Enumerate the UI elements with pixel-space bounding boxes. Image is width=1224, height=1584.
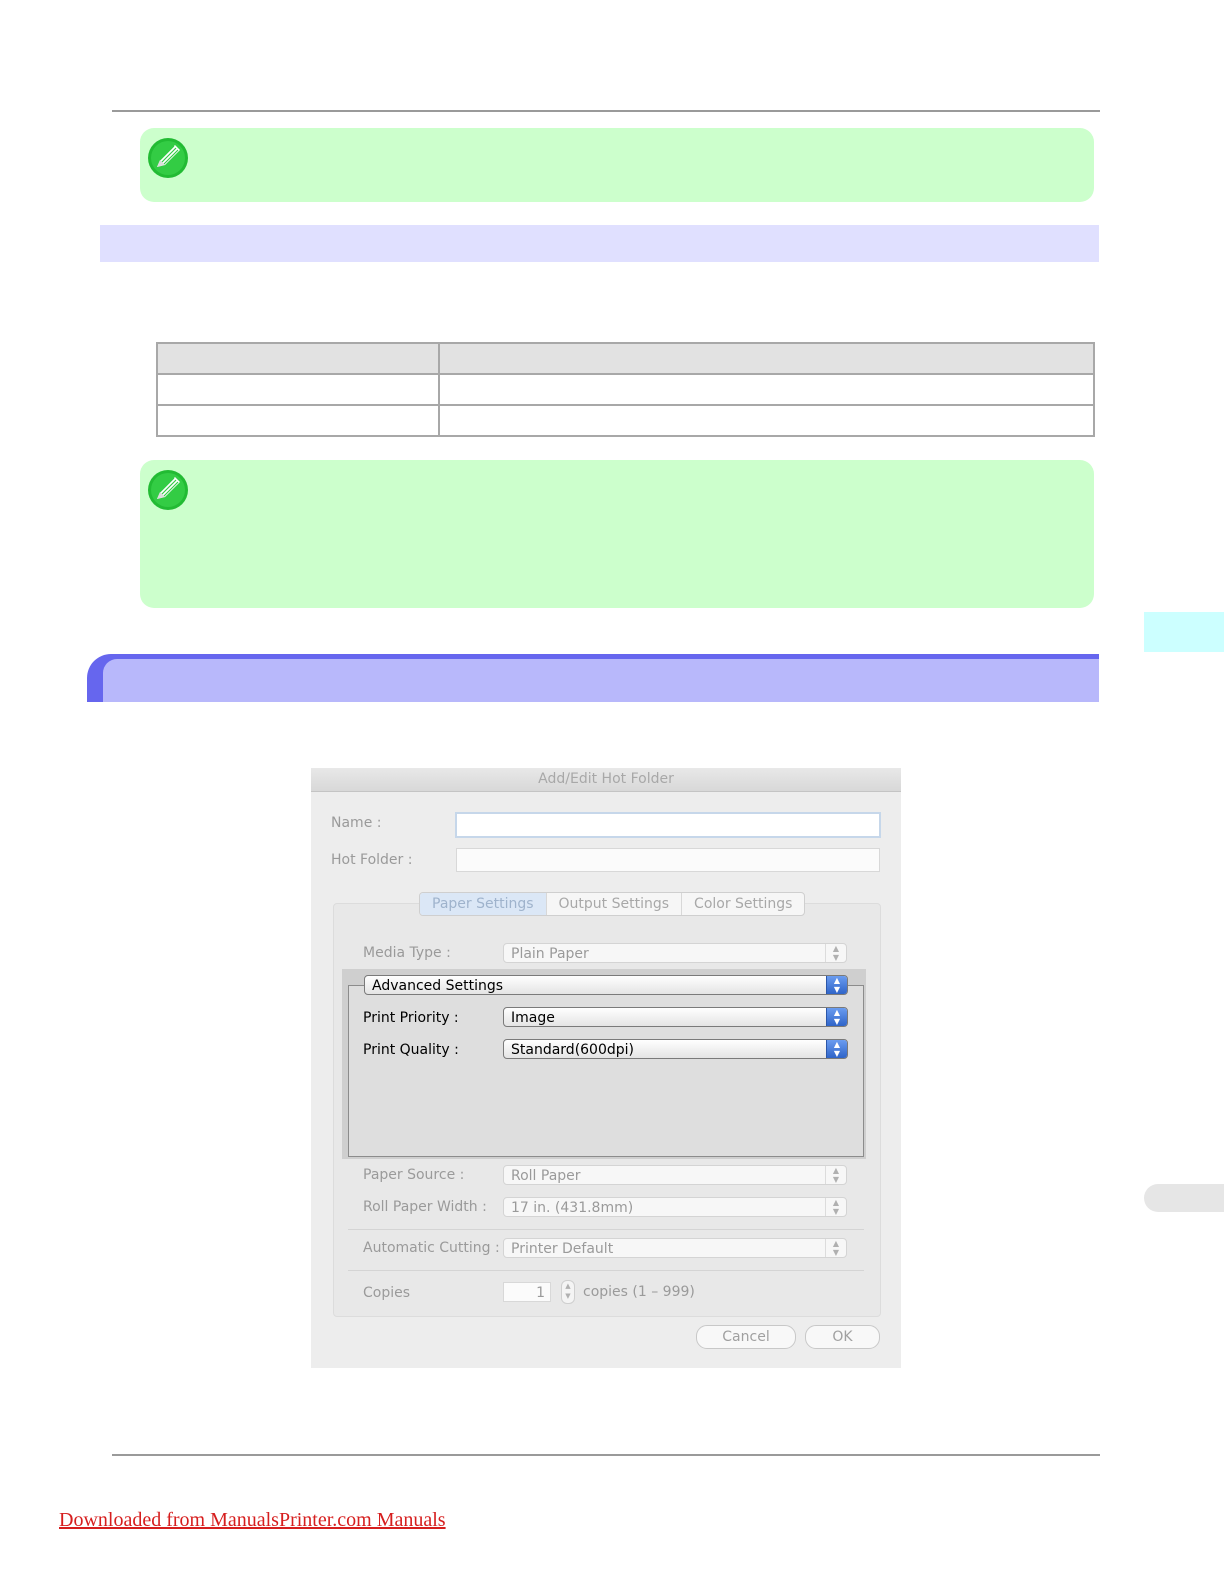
paper-source-select[interactable]: Roll Paper ▲ ▼ bbox=[503, 1165, 847, 1185]
table-cell bbox=[438, 404, 1095, 437]
copies-input[interactable]: 1 bbox=[503, 1282, 551, 1302]
stepper-up-icon[interactable]: ▲ bbox=[562, 1281, 574, 1291]
dialog-title: Add/Edit Hot Folder bbox=[311, 768, 901, 792]
ok-button[interactable]: OK bbox=[805, 1325, 880, 1349]
copies-stepper[interactable]: ▲ ▼ bbox=[561, 1280, 575, 1304]
print-priority-value: Image bbox=[511, 1010, 555, 1026]
section-heading-inner bbox=[103, 659, 1099, 702]
media-type-select[interactable]: Plain Paper ▲ ▼ bbox=[503, 943, 847, 963]
cancel-button[interactable]: Cancel bbox=[696, 1325, 796, 1349]
paper-source-label: Paper Source : bbox=[363, 1167, 465, 1183]
print-priority-label: Print Priority : bbox=[363, 1010, 459, 1026]
chevron-updown-icon: ▲ ▼ bbox=[826, 1008, 847, 1026]
note-pencil-icon bbox=[148, 138, 188, 178]
advanced-settings-value: Advanced Settings bbox=[372, 978, 504, 994]
hot-folder-label: Hot Folder : bbox=[331, 852, 413, 868]
copies-range: copies (1 – 999) bbox=[583, 1284, 695, 1300]
subheading-band bbox=[100, 225, 1099, 262]
side-section-tab bbox=[1144, 1184, 1224, 1212]
note-box bbox=[140, 128, 1094, 202]
footer-download-link[interactable]: Downloaded from ManualsPrinter.com Manua… bbox=[59, 1509, 446, 1532]
header-rule bbox=[112, 110, 1100, 112]
section-heading-band bbox=[87, 654, 1099, 702]
print-quality-value: Standard(600dpi) bbox=[511, 1042, 634, 1058]
chevron-updown-icon: ▲ ▼ bbox=[825, 1198, 846, 1216]
hot-folder-dialog: Add/Edit Hot Folder Name : Hot Folder : … bbox=[311, 768, 901, 1368]
name-label: Name : bbox=[331, 815, 382, 831]
chevron-updown-icon: ▲ ▼ bbox=[826, 976, 847, 994]
automatic-cutting-value: Printer Default bbox=[511, 1241, 614, 1257]
automatic-cutting-select[interactable]: Printer Default ▲ ▼ bbox=[503, 1238, 847, 1258]
table-cell bbox=[156, 404, 440, 437]
divider bbox=[348, 1270, 864, 1271]
advanced-settings-select[interactable]: Advanced Settings ▲ ▼ bbox=[364, 975, 848, 995]
settings-table bbox=[156, 342, 1095, 437]
settings-tabs: Paper Settings Output Settings Color Set… bbox=[419, 892, 806, 916]
name-input[interactable] bbox=[455, 812, 881, 838]
tab-color-settings[interactable]: Color Settings bbox=[681, 893, 804, 915]
automatic-cutting-label: Automatic Cutting : bbox=[363, 1240, 500, 1256]
table-cell bbox=[156, 373, 440, 406]
copies-label: Copies bbox=[363, 1285, 411, 1301]
print-priority-select[interactable]: Image ▲ ▼ bbox=[503, 1007, 848, 1027]
chevron-updown-icon: ▲ ▼ bbox=[825, 944, 846, 962]
note-pencil-icon bbox=[148, 470, 188, 510]
tab-paper-settings[interactable]: Paper Settings bbox=[420, 893, 546, 915]
footer-rule bbox=[112, 1454, 1100, 1456]
media-type-label: Media Type : bbox=[363, 945, 451, 961]
print-quality-select[interactable]: Standard(600dpi) ▲ ▼ bbox=[503, 1039, 848, 1059]
roll-paper-width-value: 17 in. (431.8mm) bbox=[511, 1200, 634, 1216]
hot-folder-input[interactable] bbox=[456, 848, 880, 872]
table-header-row bbox=[156, 342, 1095, 375]
table-row bbox=[156, 373, 1095, 406]
roll-paper-width-label: Roll Paper Width : bbox=[363, 1199, 487, 1215]
note-box bbox=[140, 460, 1094, 608]
chevron-updown-icon: ▲ ▼ bbox=[825, 1239, 846, 1257]
table-row bbox=[156, 404, 1095, 437]
table-header-cell bbox=[438, 342, 1095, 375]
table-header-cell bbox=[156, 342, 440, 375]
paper-source-value: Roll Paper bbox=[511, 1168, 581, 1184]
chevron-updown-icon: ▲ ▼ bbox=[825, 1166, 846, 1184]
table-cell bbox=[438, 373, 1095, 406]
roll-paper-width-select[interactable]: 17 in. (431.8mm) ▲ ▼ bbox=[503, 1197, 847, 1217]
side-chapter-tab bbox=[1144, 612, 1224, 652]
print-quality-label: Print Quality : bbox=[363, 1042, 459, 1058]
media-type-value: Plain Paper bbox=[511, 946, 589, 962]
stepper-down-icon[interactable]: ▼ bbox=[562, 1291, 574, 1301]
chevron-updown-icon: ▲ ▼ bbox=[826, 1040, 847, 1058]
divider bbox=[348, 1229, 864, 1230]
tab-output-settings[interactable]: Output Settings bbox=[545, 893, 682, 915]
